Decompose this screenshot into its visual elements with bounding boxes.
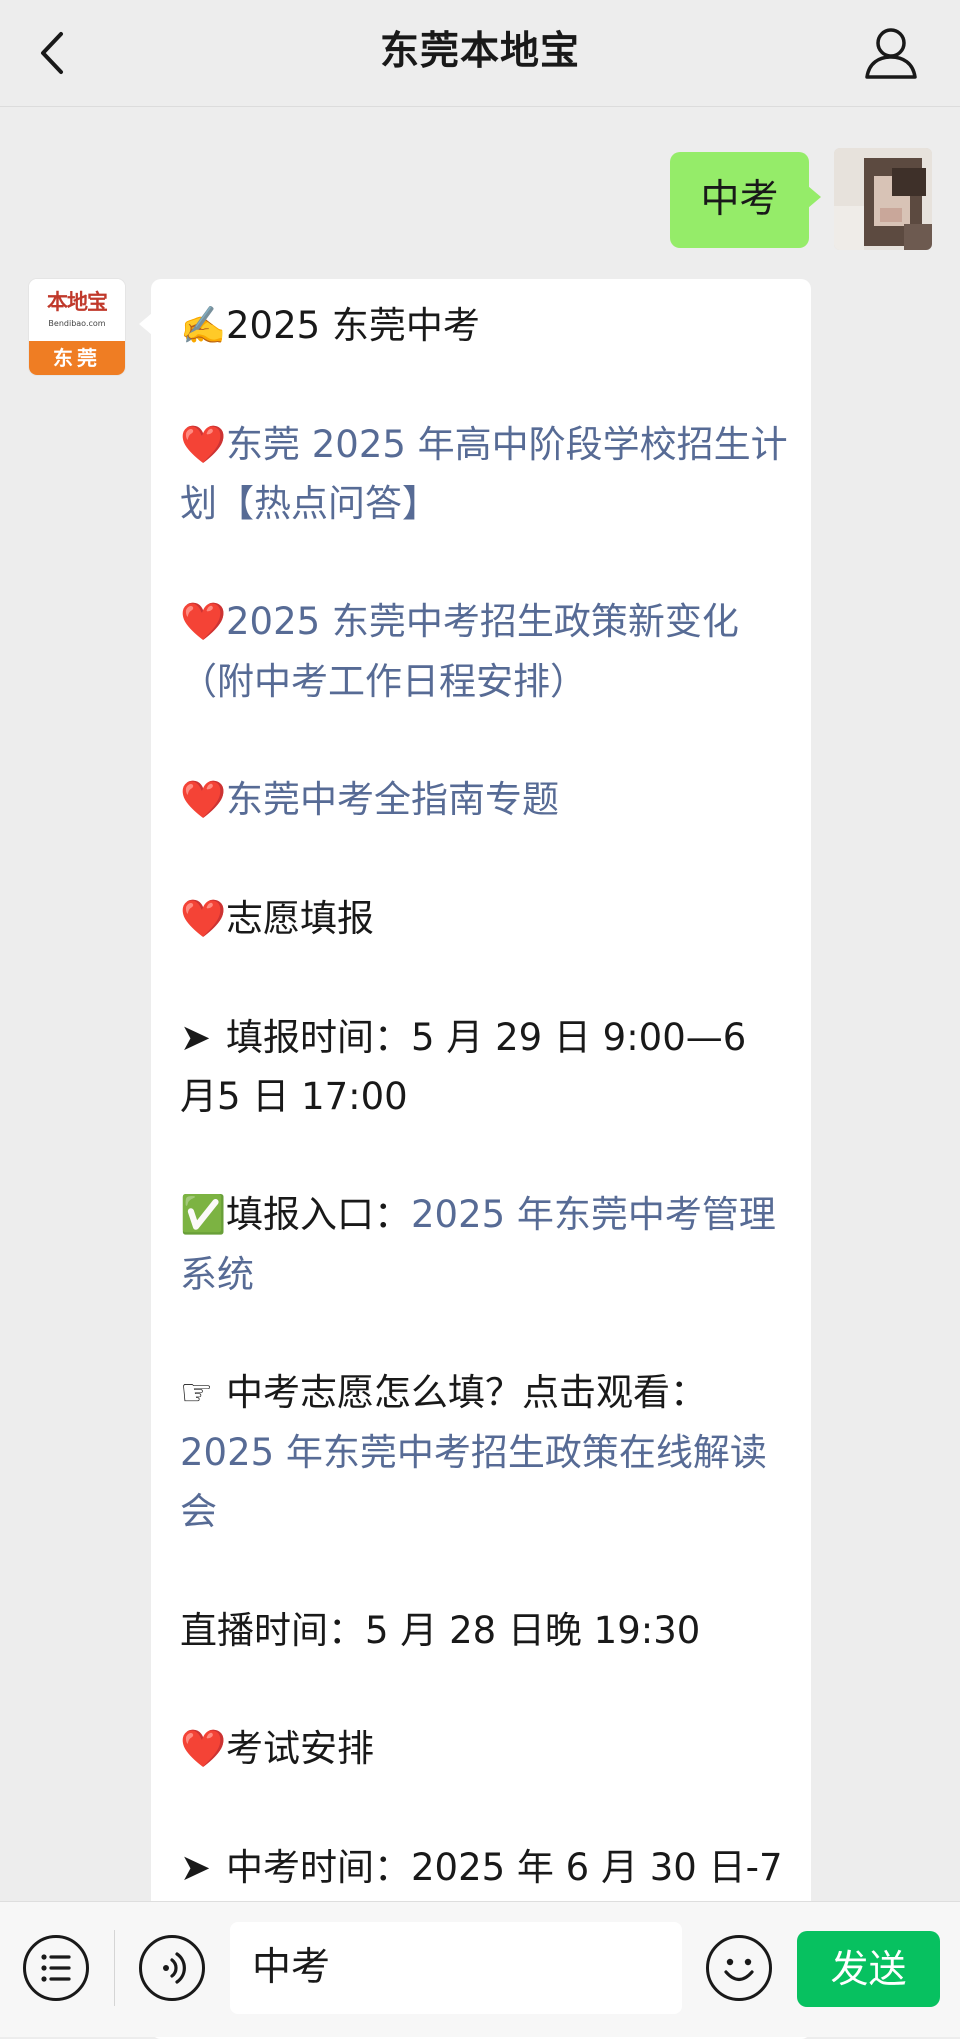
livestream-time: 直播时间：5 月 28 日晚 19:30 xyxy=(180,1608,701,1652)
my-avatar[interactable] xyxy=(834,148,932,250)
pointing-hand-icon: ☞ xyxy=(180,1371,214,1415)
link-enrollment-plan[interactable]: 东莞 2025 年高中阶段学校招生计划【热点问答】 xyxy=(180,423,788,525)
outgoing-message-text: 中考 xyxy=(700,177,779,222)
application-time: 填报时间：5 月 29 日 9:00—6 月5 日 17:00 xyxy=(180,1015,747,1118)
heart-icon: ❤️ xyxy=(180,422,227,466)
check-mark-icon: ✅ xyxy=(180,1193,227,1237)
outgoing-message-bubble[interactable]: 中考 xyxy=(670,152,821,248)
bot-avatar[interactable]: 本地宝 Bendibao.com 东莞 xyxy=(29,279,125,375)
link-policy-livestream[interactable]: 2025 年东莞中考招生政策在线解读会 xyxy=(180,1431,767,1533)
reply-link-item[interactable]: ☞ 中考志愿怎么填？点击观看： 2025 年东莞中考招生政策在线解读会 xyxy=(180,1363,790,1541)
person-icon xyxy=(865,28,917,79)
exam-time: 中考时间：2025 年 6 月 30 日-7 xyxy=(226,1845,783,1889)
heart-icon: ❤️ xyxy=(180,778,227,822)
chat-header: 东莞本地宝 xyxy=(0,0,960,107)
logo-brand: 本地宝 xyxy=(47,289,108,314)
reply-link-item[interactable]: ❤️2025 东莞中考招生政策新变化（附中考工作日程安排） xyxy=(180,592,790,711)
application-entry-label: 填报入口： xyxy=(226,1193,411,1237)
arrow-icon: ➤ xyxy=(180,1845,212,1889)
heart-icon: ❤️ xyxy=(180,1727,227,1771)
send-button[interactable]: 发送 xyxy=(797,1931,940,2007)
logo-city: 东莞 xyxy=(29,341,125,375)
composer-divider xyxy=(114,1930,115,2006)
heart-icon: ❤️ xyxy=(180,896,227,940)
menu-button[interactable] xyxy=(23,1935,89,2001)
voice-icon xyxy=(163,1952,186,1984)
logo-url: Bendibao.com xyxy=(48,319,106,328)
emoji-button[interactable] xyxy=(706,1935,772,2001)
arrow-icon: ➤ xyxy=(180,1015,212,1059)
how-to-apply-label: 中考志愿怎么填？点击观看： xyxy=(226,1371,707,1415)
section-application: 志愿填报 xyxy=(226,896,374,940)
section-exam-schedule: 考试安排 xyxy=(226,1727,374,1771)
reply-section-title: ❤️考试安排 xyxy=(180,1719,790,1778)
writing-hand-icon: ✍️ xyxy=(180,304,227,347)
voice-button[interactable] xyxy=(139,1935,205,2001)
reply-section-title: ❤️志愿填报 xyxy=(180,889,790,948)
reply-message-bubble: ✍️2025 东莞中考 ❤️东莞 2025 年高中阶段学校招生计划【热点问答】 … xyxy=(139,279,811,2039)
reply-heading: 2025 东莞中考 xyxy=(226,304,480,347)
link-exam-guide[interactable]: 东莞中考全指南专题 xyxy=(226,778,559,821)
profile-button[interactable] xyxy=(862,24,920,82)
chat-title: 东莞本地宝 xyxy=(379,29,580,74)
bendibao-logo: 本地宝 Bendibao.com xyxy=(29,279,125,341)
reply-info-item: ➤ 填报时间：5 月 29 日 9:00—6 月5 日 17:00 xyxy=(180,1008,790,1127)
reply-link-item[interactable]: ✅填报入口：2025 年东莞中考管理系统 xyxy=(180,1185,790,1304)
reply-link-item[interactable]: ❤️东莞 2025 年高中阶段学校招生计划【热点问答】 xyxy=(180,415,790,534)
reply-message-content: ✍️2025 东莞中考 ❤️东莞 2025 年高中阶段学校招生计划【热点问答】 … xyxy=(180,296,790,1897)
reply-info-item: 直播时间：5 月 28 日晚 19:30 xyxy=(180,1601,790,1660)
smiley-icon xyxy=(724,1958,754,1982)
heart-icon: ❤️ xyxy=(180,600,227,644)
message-composer: 中考 发送 xyxy=(0,1901,960,2037)
message-input[interactable]: 中考 xyxy=(230,1922,682,2014)
reply-info-item: ➤ 中考时间：2025 年 6 月 30 日-7 xyxy=(180,1838,790,1897)
list-menu-icon xyxy=(41,1954,71,1982)
reply-line: ✍️2025 东莞中考 xyxy=(180,296,790,355)
reply-link-item[interactable]: ❤️东莞中考全指南专题 xyxy=(180,770,790,829)
link-policy-changes[interactable]: 2025 东莞中考招生政策新变化（附中考工作日程安排） xyxy=(180,600,739,702)
